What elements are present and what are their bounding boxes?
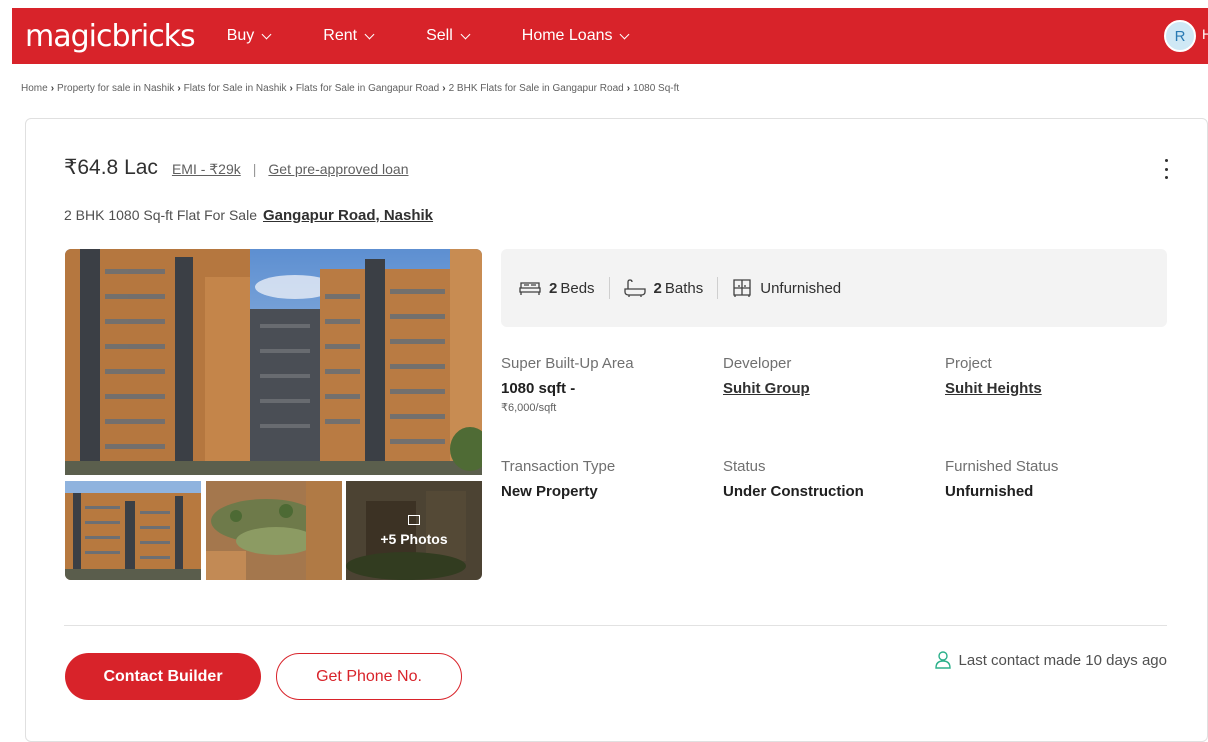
project-link[interactable]: Suhit Heights [945, 380, 1042, 397]
image-icon [408, 514, 420, 525]
beds-summary: 2 Beds [519, 280, 595, 297]
breadcrumb: Home › Property for sale in Nashik › Flats f… [21, 83, 679, 94]
area-detail: Super Built-Up Area 1080 sqft - ₹6,000/s… [501, 355, 634, 414]
more-options-icon[interactable] [1163, 159, 1169, 179]
project-label: Project [945, 355, 992, 372]
pre-approved-loan-link[interactable]: Get pre-approved loan [268, 161, 408, 177]
chevron-down-icon [261, 29, 272, 39]
chevron-down-icon [460, 29, 471, 39]
contact-builder-button[interactable]: Contact Builder [65, 653, 261, 700]
property-thumbnail[interactable] [206, 481, 342, 580]
bath-icon [623, 279, 646, 297]
price-separator: | [252, 161, 257, 177]
breadcrumb-separator-icon: › [50, 83, 55, 94]
nav-rent-label: Rent [323, 27, 358, 44]
project-detail: Project Suhit Heights [945, 355, 1042, 397]
price-row: ₹64.8 Lac EMI - ₹29k | Get pre-approved … [64, 155, 408, 180]
chevron-down-icon [364, 29, 375, 39]
furnished-label: Furnished Status [945, 458, 1059, 475]
thumbnail-photo [206, 481, 342, 580]
property-thumbnail[interactable] [65, 481, 201, 580]
chevron-down-icon [620, 29, 630, 39]
nav-rent[interactable]: Rent [323, 27, 375, 45]
breadcrumb-item[interactable]: 2 BHK Flats for Sale in Gangapur Road [449, 83, 624, 94]
breadcrumb-item[interactable]: Home [21, 83, 48, 94]
nav-home-loans-label: Home Loans [521, 27, 613, 44]
furnished-detail: Furnished Status Unfurnished [945, 458, 1058, 500]
furnished-value: Unfurnished [945, 483, 1034, 500]
transaction-detail: Transaction Type New Property [501, 458, 615, 500]
summary-divider [717, 277, 719, 299]
breadcrumb-separator-icon: › [289, 83, 293, 94]
furnishing-label: Unfurnished [760, 279, 842, 297]
breadcrumb-separator-icon: › [626, 83, 631, 94]
site-logo[interactable]: magicbricks [25, 19, 196, 54]
property-card: ₹64.8 Lac EMI - ₹29k | Get pre-approved … [25, 118, 1208, 742]
user-name-truncated[interactable]: H [1202, 26, 1208, 46]
developer-label: Developer [723, 355, 792, 372]
area-rate: ₹6,000/sqft [501, 402, 557, 414]
breadcrumb-separator-icon: › [177, 83, 181, 94]
nav-sell[interactable]: Sell [426, 27, 471, 45]
card-divider [64, 625, 1167, 626]
transaction-value: New Property [501, 483, 598, 500]
emi-link[interactable]: EMI - ₹29k [172, 161, 241, 178]
nav-buy[interactable]: Buy [226, 27, 272, 45]
listing-title: 2 BHK 1080 Sq-ft Flat For Sale Gangapur R… [64, 207, 433, 224]
breadcrumb-item[interactable]: Flats for Sale in Gangapur Road [296, 83, 439, 94]
area-label: Super Built-Up Area [501, 355, 634, 372]
area-value: 1080 sqft - [501, 380, 576, 397]
listing-title-text: 2 BHK 1080 Sq-ft Flat For Sale [64, 207, 257, 223]
nav-home-loans[interactable]: Home Loans [521, 27, 630, 45]
furnishing-summary: Unfurnished [732, 278, 841, 298]
more-photos-label: +5 Photos [380, 530, 448, 547]
building-photo [65, 249, 482, 475]
location-link[interactable]: Gangapur Road, Nashik [263, 207, 433, 224]
last-contact-info: Last contact made 10 days ago [934, 651, 1167, 669]
user-icon [934, 651, 951, 669]
developer-link[interactable]: Suhit Group [723, 380, 810, 397]
user-avatar[interactable]: R [1164, 20, 1196, 52]
beds-label: Beds [560, 279, 595, 297]
breadcrumb-item[interactable]: Flats for Sale in Nashik [184, 83, 287, 94]
status-value: Under Construction [723, 483, 864, 500]
breadcrumb-item[interactable]: Property for sale in Nashik [57, 83, 174, 94]
baths-count: 2 [653, 279, 662, 297]
transaction-label: Transaction Type [501, 458, 616, 475]
bed-icon [519, 282, 541, 295]
breadcrumb-current: 1080 Sq-ft [633, 83, 680, 94]
property-main-photo[interactable] [65, 249, 482, 475]
price: ₹64.8 Lac [64, 156, 158, 179]
get-phone-button[interactable]: Get Phone No. [276, 653, 462, 700]
status-detail: Status Under Construction [723, 458, 864, 500]
baths-label: Baths [664, 279, 704, 297]
nav-sell-label: Sell [426, 27, 453, 44]
last-contact-text: Last contact made 10 days ago [958, 651, 1167, 669]
nav-bar: magicbricks Buy Rent Sell Home Loans R H [12, 8, 1208, 64]
more-photos-thumbnail[interactable]: +5 Photos [346, 481, 482, 580]
beds-count: 2 [549, 279, 558, 297]
baths-summary: 2 Baths [623, 279, 704, 297]
status-label: Status [723, 458, 766, 475]
wardrobe-icon [733, 279, 751, 297]
property-summary: 2 Beds 2 Baths Unfurnished [501, 249, 1167, 327]
breadcrumb-separator-icon: › [442, 83, 446, 94]
top-header: magicbricks Buy Rent Sell Home Loans R H [0, 0, 1208, 65]
summary-divider [608, 277, 610, 299]
developer-detail: Developer Suhit Group [723, 355, 810, 397]
more-photos-overlay[interactable]: +5 Photos [346, 481, 482, 580]
main-nav: Buy Rent Sell Home Loans [227, 27, 682, 45]
nav-buy-label: Buy [226, 27, 255, 44]
thumbnail-photo [65, 481, 201, 580]
